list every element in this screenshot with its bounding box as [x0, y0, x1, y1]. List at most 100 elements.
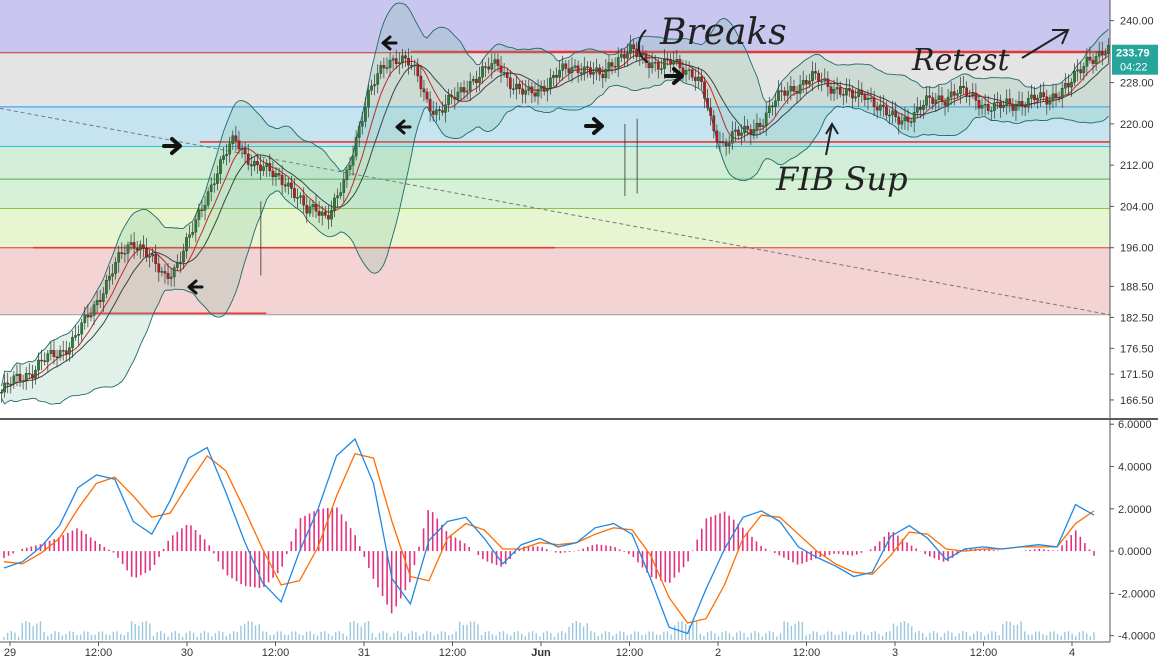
candle-body: [872, 97, 876, 107]
candle-body: [256, 161, 259, 166]
candle-body: [675, 59, 679, 62]
candle-body: [795, 91, 799, 94]
candle-body: [191, 232, 195, 235]
candle-body: [175, 262, 179, 268]
candle-body: [715, 130, 719, 142]
candle-body: [721, 141, 725, 144]
candle-body: [755, 123, 759, 130]
candle-body: [838, 87, 842, 95]
candle-body: [863, 94, 867, 100]
candle-body: [817, 72, 820, 82]
candle-body: [413, 64, 417, 67]
candle-body: [539, 86, 543, 90]
candle-body: [234, 135, 238, 141]
candle-body: [496, 59, 500, 66]
candle-body: [573, 65, 577, 68]
candle-body: [928, 95, 931, 98]
candle-body: [336, 195, 339, 199]
price-axis-tick-label: 188.50: [1120, 281, 1154, 293]
candle-body: [521, 88, 524, 95]
candle-body: [616, 57, 620, 67]
candle-body: [394, 58, 398, 65]
candle-body: [219, 159, 222, 174]
candle-body: [68, 347, 71, 355]
candle-body: [542, 86, 546, 92]
candle-body: [524, 90, 528, 95]
candle-body: [826, 78, 830, 87]
candle-body: [1060, 88, 1064, 98]
candle-body: [518, 83, 521, 90]
candle-body: [718, 141, 722, 143]
candle-body: [1097, 51, 1101, 57]
candle-body: [179, 261, 182, 264]
candle-body: [117, 252, 121, 263]
candle-body: [595, 67, 598, 73]
candle-body: [364, 107, 367, 122]
candle-body: [952, 91, 956, 96]
time-axis-tick-label: 29: [4, 647, 16, 659]
candle-body: [545, 88, 549, 92]
candle-body: [185, 237, 188, 252]
candle-body: [752, 129, 756, 135]
candle-body: [314, 204, 318, 212]
candle-body: [9, 383, 13, 386]
candle-body: [71, 337, 74, 348]
candle-body: [576, 65, 580, 73]
time-axis-tick-label: 4: [1069, 647, 1075, 659]
candle-body: [330, 209, 333, 220]
candle-body: [163, 271, 167, 274]
candle-body: [360, 121, 364, 127]
candle-body: [1017, 101, 1021, 107]
candle-body: [111, 273, 114, 277]
candle-body: [635, 48, 639, 58]
candle-body: [468, 81, 472, 92]
candle-body: [1082, 66, 1086, 74]
candle-body: [1005, 98, 1009, 106]
macd-histogram: [3, 507, 1095, 614]
candle-body: [903, 116, 907, 121]
candle-body: [885, 106, 888, 116]
candle-body: [891, 110, 894, 116]
candle-body: [203, 205, 207, 211]
time-axis-tick-label: 31: [358, 647, 370, 659]
candle-body: [246, 153, 250, 165]
candle-body: [761, 125, 765, 127]
candle-body: [370, 85, 373, 91]
candle-body: [444, 104, 447, 113]
price-axis-tick-label: 182.50: [1120, 312, 1154, 324]
candle-body: [1039, 92, 1042, 99]
candle-body: [228, 143, 232, 155]
candle-body: [878, 104, 882, 111]
candle-body: [860, 90, 864, 95]
candle-body: [333, 197, 336, 211]
candle-body: [934, 99, 938, 104]
last-price-label: 233.79: [1116, 48, 1150, 60]
candle-body: [83, 314, 87, 323]
macd-axis-tick-label: -2.0000: [1118, 588, 1155, 600]
candle-body: [145, 247, 148, 258]
candle-body: [570, 67, 574, 73]
price-axis-tick-label: 204.00: [1120, 201, 1154, 213]
candle-body: [931, 97, 935, 104]
price-chart[interactable]: Breaks Retest FIB Sup 240.00 228.00 220.00 212…: [0, 0, 1158, 660]
candle-body: [21, 380, 25, 382]
candle-body: [447, 95, 450, 105]
time-axis-tick-label: 12:00: [439, 647, 467, 659]
candle-body: [656, 62, 660, 70]
candle-body: [986, 104, 990, 111]
candle-body: [231, 135, 235, 144]
candle-body: [561, 63, 565, 71]
time-axis-tick-label: 30: [181, 647, 193, 659]
chart-svg[interactable]: BreaksRetestFIB Sup240.00228.00220.00212…: [0, 0, 1158, 660]
candle-body: [820, 80, 824, 83]
candle-body: [166, 273, 170, 279]
candle-body: [660, 68, 663, 70]
candle-body: [894, 110, 898, 118]
candle-body: [974, 92, 978, 101]
candle-body: [653, 62, 657, 64]
candle-body: [712, 115, 716, 131]
candle-body: [730, 131, 734, 144]
candle-body: [388, 60, 392, 68]
candle-body: [971, 92, 975, 96]
candle-body: [613, 66, 617, 68]
